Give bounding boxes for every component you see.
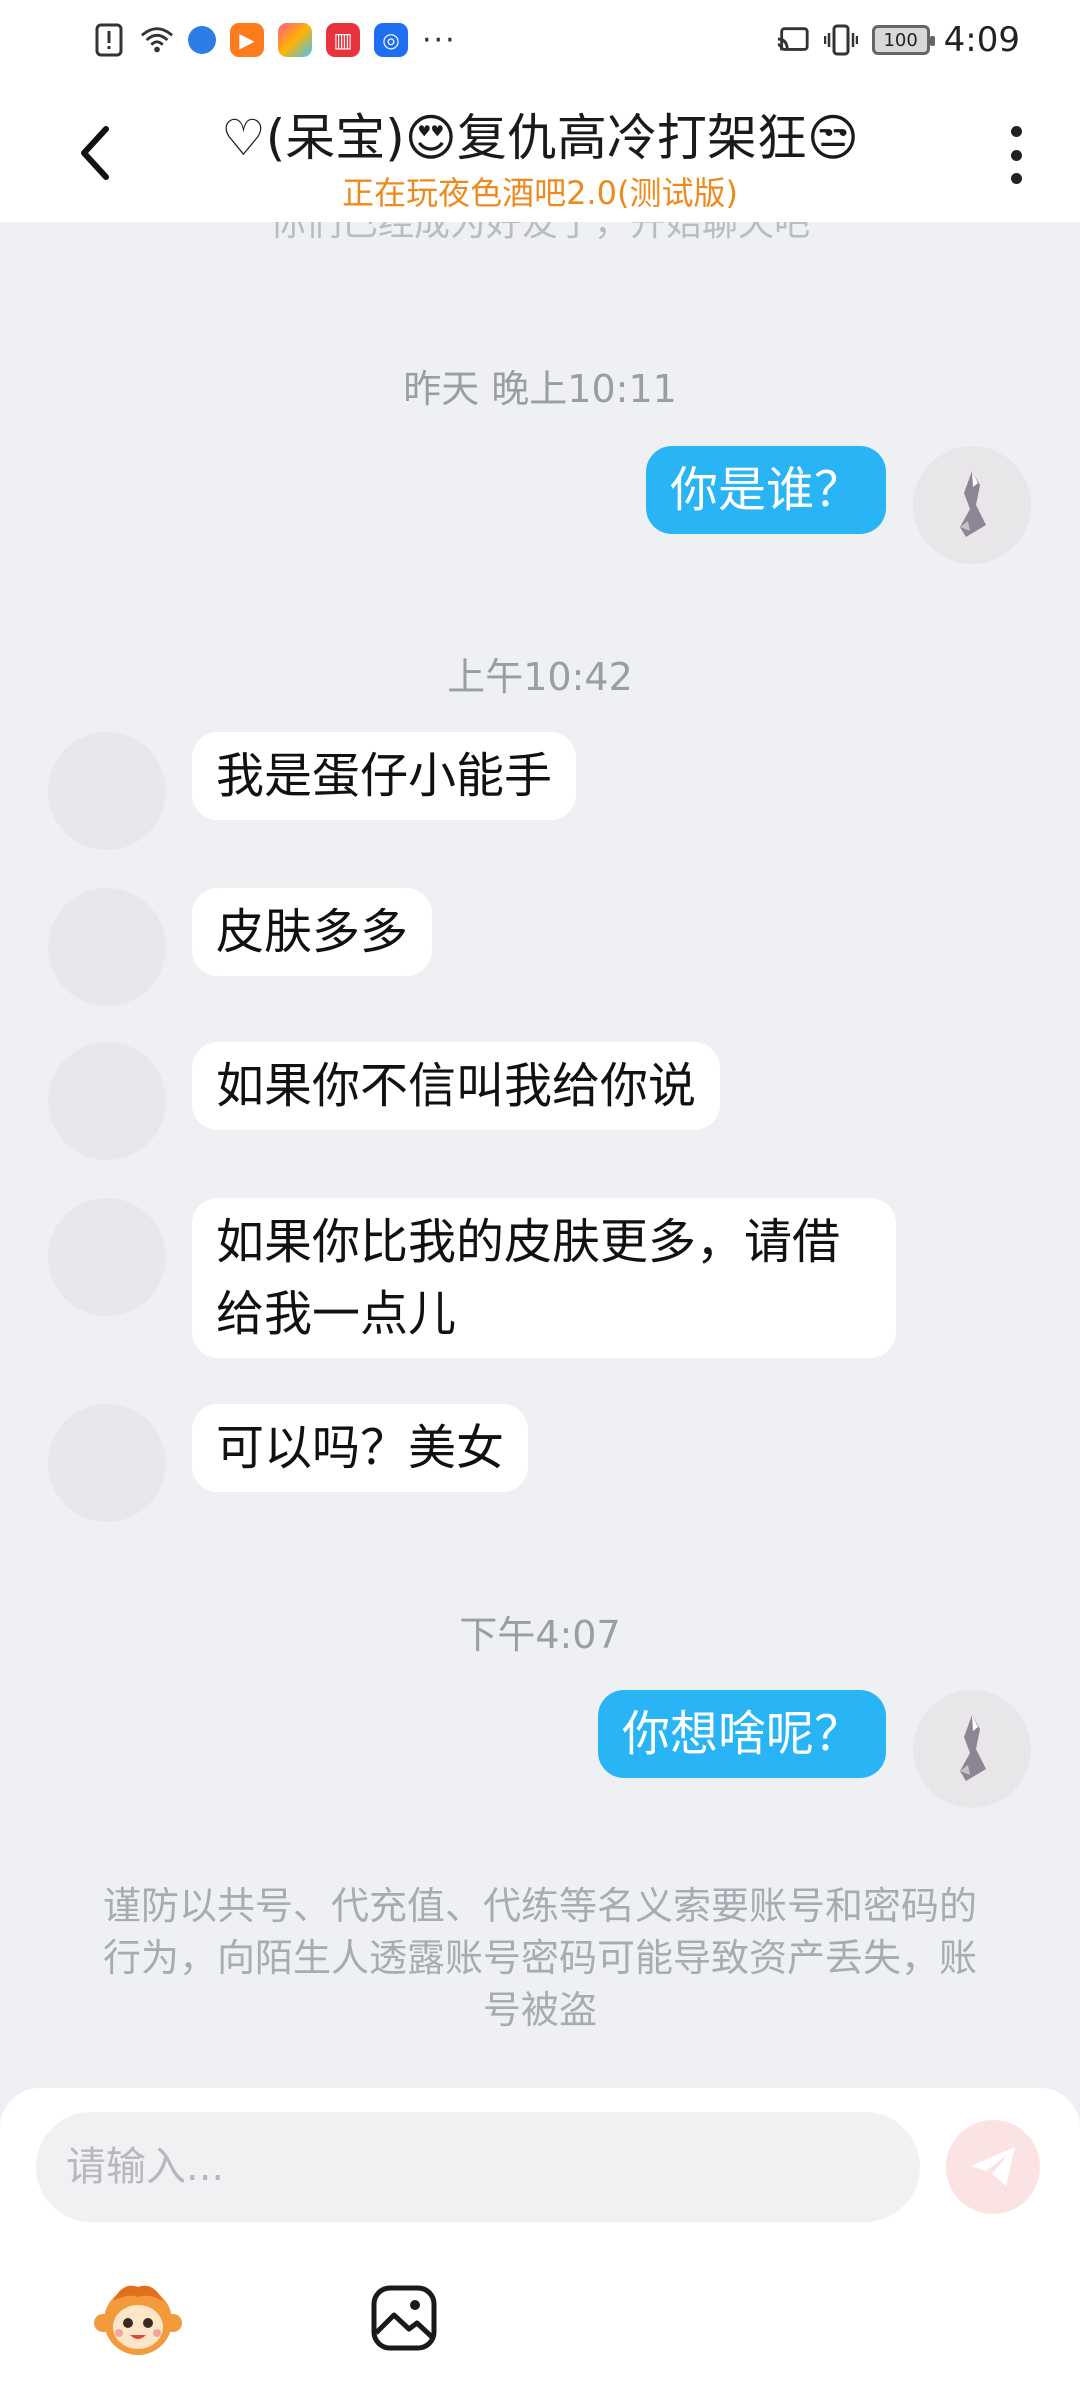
playing-status: 正在玩夜色酒吧2.0(测试版) <box>342 174 738 212</box>
send-icon <box>971 2147 1015 2186</box>
chat-message-list[interactable]: 你们已经成为好友了，开始聊天吧 昨天 晚上10:11 你是谁？ 上午10:42 … <box>0 222 1080 2088</box>
status-time: 4:09 <box>943 20 1020 60</box>
message-input[interactable] <box>36 2112 920 2222</box>
contact-avatar[interactable] <box>48 888 166 1006</box>
character-figure-icon <box>960 471 986 537</box>
message-bubble-other[interactable]: 如果你不信叫我给你说 <box>192 1042 721 1130</box>
more-options-button[interactable] <box>998 120 1034 190</box>
contact-avatar[interactable] <box>48 1404 166 1522</box>
timestamp: 昨天 晚上10:11 <box>403 367 677 411</box>
image-picker-button[interactable] <box>356 2270 452 2366</box>
tips-app-icon: ◎ <box>374 23 408 57</box>
timestamp: 上午10:42 <box>447 655 633 699</box>
battery-indicator: 100 <box>871 25 935 55</box>
message-bubble-other[interactable]: 可以吗？美女 <box>192 1404 529 1492</box>
theme-app-icon <box>278 23 312 57</box>
safety-warning: 谨防以共号、代充值、代练等名义索要账号和密码的行为，向陌生人透露账号密码可能导致… <box>102 1884 977 2032</box>
message-bubble-other[interactable]: 如果你比我的皮肤更多，请借给我一点儿 <box>192 1198 896 1358</box>
message-bubble-mine[interactable]: 你想啥呢？ <box>597 1690 886 1778</box>
chat-header: ♡(呆宝)😍复仇高冷打架狂😒 正在玩夜色酒吧2.0(测试版) <box>0 80 1080 222</box>
image-icon <box>371 2285 437 2351</box>
my-avatar[interactable] <box>913 1690 1031 1808</box>
reader-app-icon: ▥ <box>326 23 360 57</box>
message-bubble-other[interactable]: 我是蛋仔小能手 <box>192 732 577 820</box>
cast-icon <box>776 23 810 57</box>
message-bubble-other[interactable]: 皮肤多多 <box>192 888 433 976</box>
dot-icon <box>1010 173 1022 184</box>
status-bar-right: 100 4:09 <box>776 20 1020 60</box>
timestamp: 下午4:07 <box>459 1613 621 1657</box>
browser-app-icon <box>188 26 216 54</box>
emoji-sticker-button[interactable] <box>90 2270 186 2366</box>
status-bar-left: ▶ ▥ ◎ ··· <box>92 23 457 58</box>
dot-icon <box>1010 126 1022 137</box>
video-app-icon: ▶ <box>230 23 264 57</box>
contact-avatar[interactable] <box>48 1042 166 1160</box>
wifi-icon <box>140 23 174 57</box>
contact-avatar[interactable] <box>48 1198 166 1316</box>
character-figure-icon <box>960 1715 986 1781</box>
send-button[interactable] <box>946 2120 1040 2214</box>
alert-notification-icon <box>92 23 126 57</box>
message-composer <box>0 2088 1080 2400</box>
chevron-left-icon <box>81 126 109 180</box>
my-avatar[interactable] <box>913 446 1031 564</box>
contact-avatar[interactable] <box>48 732 166 850</box>
message-bubble-mine[interactable]: 你是谁？ <box>645 446 886 534</box>
vibrate-icon <box>823 23 858 57</box>
contact-name-title: ♡(呆宝)😍复仇高冷打架狂😒 <box>220 109 860 167</box>
more-notifications-icon: ··· <box>422 22 457 58</box>
dot-icon <box>1010 149 1022 161</box>
status-bar: ▶ ▥ ◎ ··· 100 4:09 <box>0 0 1080 80</box>
back-button[interactable] <box>70 118 120 188</box>
emoji-sticker-icon <box>94 2285 182 2355</box>
friend-added-notice: 你们已经成为好友了，开始聊天吧 <box>269 222 810 244</box>
